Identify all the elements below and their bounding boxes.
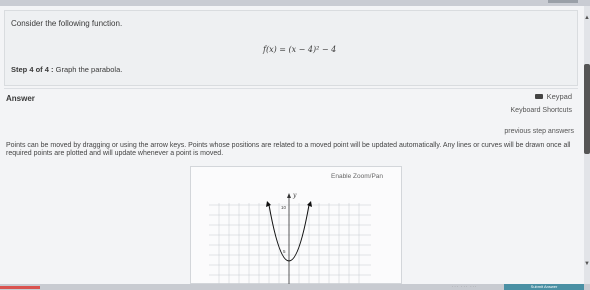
keypad-label: Keypad — [546, 92, 572, 101]
top-bar-mark — [548, 0, 578, 3]
y-axis-arrow-icon — [287, 193, 291, 198]
main-panel: Consider the following function. f(x) = … — [0, 6, 584, 285]
step-label: Step 4 of 4 : — [11, 65, 54, 74]
grid-lines — [209, 203, 371, 285]
graph-card: Enable Zoom/Pan y 10 5 — [190, 166, 403, 285]
curve-arrow-right-icon — [307, 201, 312, 207]
submit-answer-button[interactable]: Submit Answer — [504, 284, 584, 290]
graph-canvas[interactable]: y 10 5 — [191, 167, 403, 285]
progress-strip — [0, 286, 40, 289]
answer-heading: Answer — [6, 94, 35, 103]
scrollbar-thumb[interactable] — [584, 64, 590, 154]
scroll-up-icon[interactable]: ▲ — [584, 14, 590, 22]
keyboard-icon — [534, 94, 543, 99]
question-intro: Consider the following function. — [11, 19, 123, 28]
curve-arrow-left-icon — [266, 201, 271, 207]
function-expression: f(x) = (x − 4)² − 4 — [263, 45, 337, 54]
step-indicator: Step 4 of 4 : Graph the parabola. — [11, 65, 122, 74]
graph-instructions: Points can be moved by dragging or using… — [6, 142, 571, 157]
question-box: Consider the following function. f(x) = … — [4, 10, 578, 86]
scroll-down-icon[interactable]: ▼ — [584, 260, 590, 268]
keypad-button[interactable]: Keypad — [534, 92, 572, 101]
divider — [4, 88, 578, 89]
bottom-bar — [0, 284, 590, 290]
tick-label-5: 5 — [283, 249, 286, 254]
previous-answers-link[interactable]: previous step answers — [504, 128, 574, 135]
y-axis-label: y — [292, 192, 297, 199]
step-text: Graph the parabola. — [55, 65, 123, 74]
footer-links[interactable]: ··· ··· ··· — [452, 284, 477, 289]
keyboard-shortcuts-link[interactable]: Keyboard Shortcuts — [511, 107, 572, 114]
tick-label-10: 10 — [281, 205, 287, 210]
